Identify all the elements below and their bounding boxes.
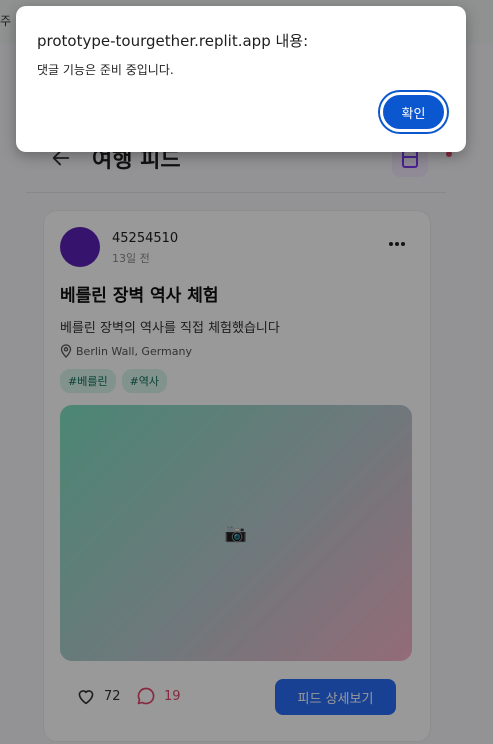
confirm-button[interactable]: 확인 (380, 92, 447, 132)
dialog-title: prototype-tourgether.replit.app 내용: (37, 32, 309, 50)
alert-dialog: prototype-tourgether.replit.app 내용: 댓글 기… (16, 6, 466, 152)
dialog-message: 댓글 기능은 준비 중입니다. (37, 63, 174, 77)
